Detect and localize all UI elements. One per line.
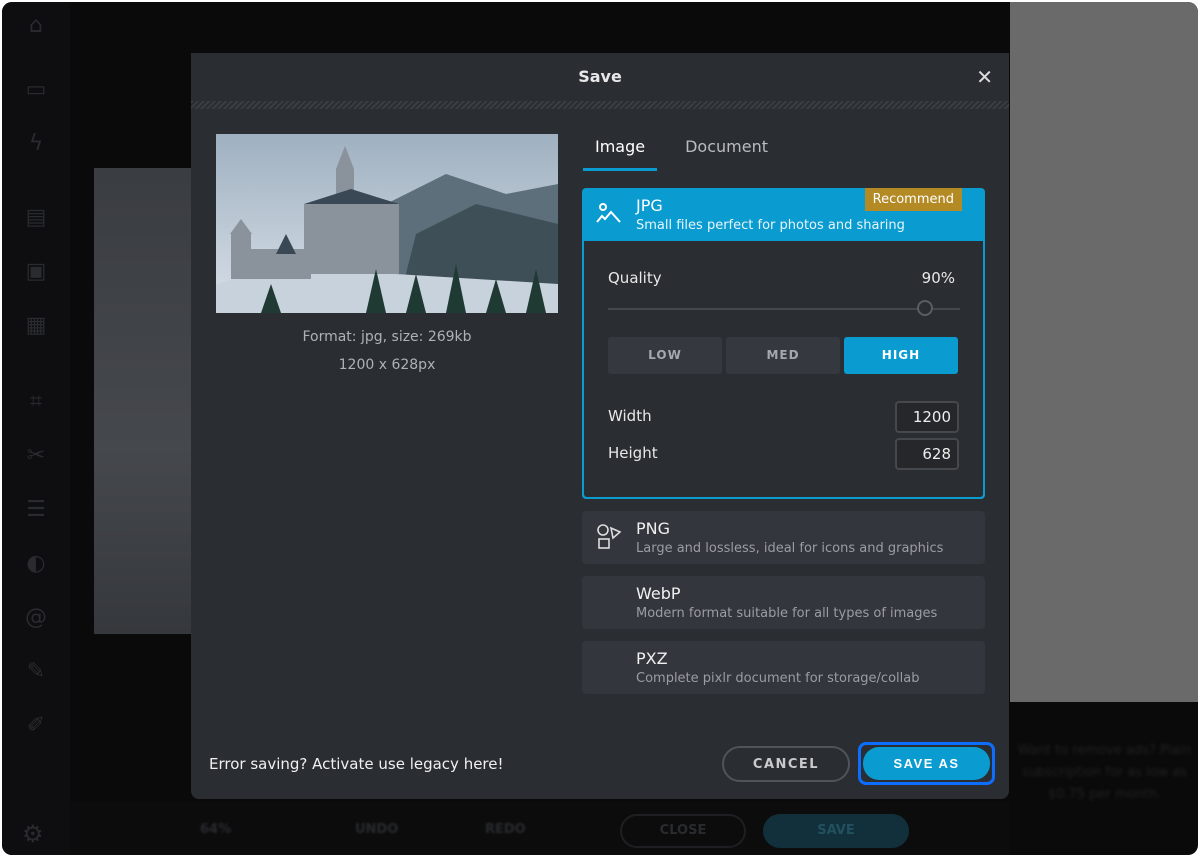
height-label: Height — [608, 444, 658, 462]
ai-icon[interactable]: ϟ — [22, 132, 50, 156]
format-description: Large and lossless, ideal for icons and … — [636, 541, 944, 556]
height-input[interactable] — [895, 438, 959, 470]
quality-label: Quality — [608, 269, 662, 287]
crop-icon[interactable]: ⌗ — [22, 390, 50, 414]
layout-icon[interactable]: ▤ — [22, 206, 50, 230]
home-icon[interactable]: ⌂ — [22, 14, 50, 38]
tab-image[interactable]: Image — [583, 131, 658, 171]
quality-value: 90% — [921, 269, 955, 287]
redo-button[interactable]: REDO — [485, 822, 526, 837]
format-option-pxz[interactable]: PXZ Complete pixlr document for storage/… — [582, 641, 985, 694]
legacy-save-link[interactable]: Error saving? Activate use legacy here! — [209, 755, 504, 773]
shapes-icon — [597, 524, 622, 549]
preview-dimensions: 1200 x 628px — [338, 357, 436, 373]
bottom-bar: 64% UNDO REDO CLOSE SAVE — [70, 802, 1010, 855]
settings-gear-icon[interactable]: ⚙ — [22, 820, 44, 848]
dialog-title: Save — [578, 67, 622, 86]
cancel-button[interactable]: CANCEL — [722, 746, 850, 782]
format-name: JPG — [636, 196, 663, 215]
close-button[interactable]: CLOSE — [620, 814, 746, 848]
right-panel — [1010, 2, 1198, 702]
recommend-badge: Recommend — [864, 188, 962, 211]
preset-low[interactable]: LOW — [608, 337, 722, 374]
dialog-header: Save ✕ — [191, 53, 1009, 101]
format-description: Modern format suitable for all types of … — [636, 606, 938, 621]
close-icon[interactable]: ✕ — [976, 53, 993, 101]
format-option-webp[interactable]: WebP Modern format suitable for all type… — [582, 576, 985, 629]
image-mountain-icon — [596, 203, 621, 223]
save-as-button[interactable]: SAVE AS — [858, 742, 995, 785]
save-tabs: Image Document — [583, 131, 780, 171]
slider-handle[interactable] — [916, 300, 933, 316]
tool-sidebar: ⌂ ▭ ϟ ▤ ▣ ▦ ⌗ ✂ ☰ ◐ @ ✎ ✐ — [2, 2, 70, 855]
quality-presets: LOW MED HIGH — [608, 337, 958, 374]
header-divider — [191, 101, 1009, 109]
preset-med[interactable]: MED — [726, 337, 840, 374]
tab-document[interactable]: Document — [673, 131, 780, 171]
format-name: WebP — [636, 584, 681, 603]
width-input[interactable] — [895, 401, 959, 433]
template-icon[interactable]: ▣ — [22, 260, 50, 284]
format-name: PNG — [636, 519, 671, 538]
save-dialog: Save ✕ Format: jpg, size: 269kb 1200 x 6… — [191, 53, 1009, 799]
quality-slider[interactable] — [608, 300, 960, 316]
format-option-jpg[interactable]: JPG Small files perfect for photos and s… — [582, 188, 985, 499]
format-description: Complete pixlr document for storage/coll… — [636, 671, 920, 686]
liquify-icon[interactable]: @ — [22, 606, 50, 630]
cut-icon[interactable]: ✂ — [22, 444, 50, 468]
zoom-level[interactable]: 64% — [200, 822, 231, 837]
undo-button[interactable]: UNDO — [355, 822, 398, 837]
format-option-png[interactable]: PNG Large and lossless, ideal for icons … — [582, 511, 985, 564]
brush-icon[interactable]: ✎ — [22, 660, 50, 684]
filter-icon[interactable]: ◐ — [22, 552, 50, 576]
preset-high[interactable]: HIGH — [844, 337, 958, 374]
save-button[interactable]: SAVE — [763, 814, 909, 848]
select-icon[interactable]: ▭ — [22, 78, 50, 102]
format-name: PXZ — [636, 649, 668, 668]
image-preview — [216, 134, 558, 313]
format-description: Small files perfect for photos and shari… — [636, 218, 905, 233]
width-label: Width — [608, 407, 652, 425]
preview-format-info: Format: jpg, size: 269kb — [302, 329, 472, 345]
ad-text: Want to remove ads? Plain subscription f… — [1017, 743, 1192, 802]
adjust-icon[interactable]: ☰ — [22, 498, 50, 522]
jpg-options: Quality 90% LOW MED HIGH Width Height — [584, 241, 983, 497]
pen-icon[interactable]: ✐ — [22, 714, 50, 738]
grid-icon[interactable]: ▦ — [22, 314, 50, 338]
save-as-label: SAVE AS — [863, 747, 990, 780]
